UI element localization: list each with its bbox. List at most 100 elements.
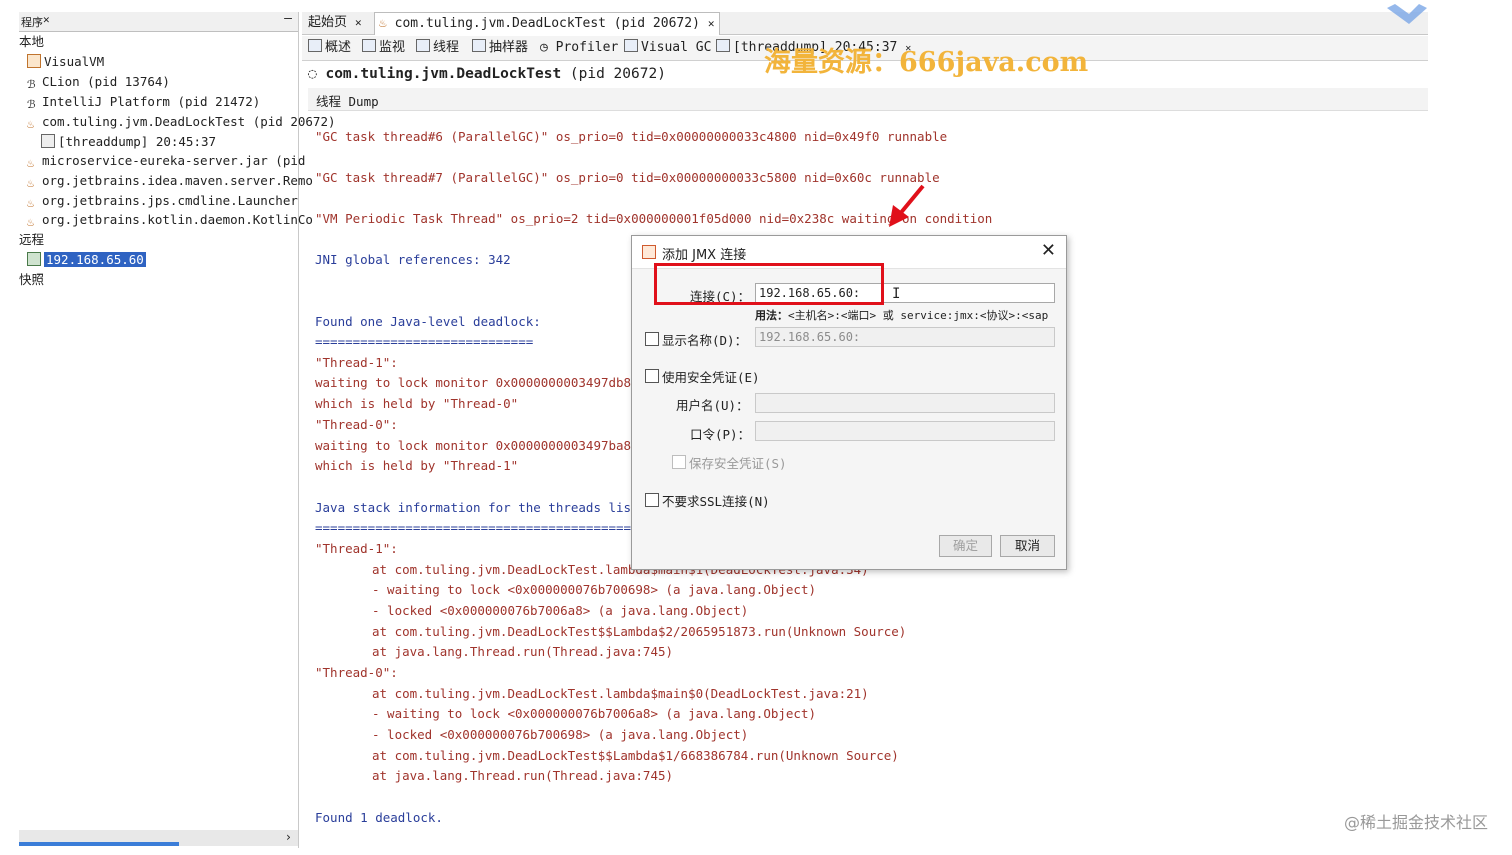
loading-icon: ◌ bbox=[308, 66, 317, 82]
red-highlight-box bbox=[654, 263, 884, 305]
java-icon: ♨ bbox=[27, 175, 35, 190]
tab-monitor[interactable]: 监视 bbox=[362, 38, 405, 58]
corner-logo-icon bbox=[1387, 4, 1427, 24]
tree-node-remote-host[interactable]: 192.168.65.60 bbox=[27, 250, 146, 269]
tab-profiler[interactable]: ◷ Profiler bbox=[540, 38, 618, 58]
cancel-button[interactable]: 取消 bbox=[1000, 535, 1055, 557]
close-icon[interactable]: ✕ bbox=[43, 13, 50, 26]
chevron-right-icon[interactable]: › bbox=[285, 830, 292, 844]
jetbrains-icon: ℬ bbox=[27, 78, 36, 91]
dump-line: ============================= bbox=[315, 334, 534, 349]
java-icon: ♨ bbox=[27, 155, 35, 170]
dump-line: which is held by "Thread-0" bbox=[315, 396, 519, 411]
sampler-icon bbox=[472, 39, 486, 52]
dump-line: - waiting to lock <0x000000076b700698> (… bbox=[372, 582, 817, 597]
usage-hint: 用法：<主机名>:<端口> 或 service:jmx:<协议>:<sap bbox=[755, 309, 1049, 322]
no-ssl-checkbox[interactable] bbox=[645, 493, 659, 507]
tree-node-intellij[interactable]: ℬ IntelliJ Platform (pid 21472) bbox=[27, 92, 260, 111]
java-icon: ♨ bbox=[27, 116, 35, 131]
dialog-title: 添加 JMX 连接 bbox=[662, 248, 747, 263]
dump-line: - locked <0x000000076b7006a8> (a java.la… bbox=[372, 603, 749, 618]
password-label: 口令(P)： bbox=[690, 427, 751, 442]
visualvm-icon bbox=[642, 245, 656, 259]
applications-panel: 程序 ✕ – 本地 VisualVM ℬ CLion (pid 13764) ℬI… bbox=[19, 11, 336, 848]
applications-panel-header: 程序 ✕ – bbox=[19, 11, 298, 32]
dump-line: - waiting to lock <0x000000076b7006a8> (… bbox=[372, 706, 817, 721]
dump-line: "GC task thread#7 (ParallelGC)" os_prio=… bbox=[315, 170, 940, 185]
tree-node-kotlin-daemon[interactable]: ♨ org.jetbrains.kotlin.daemon.KotlinCo bbox=[27, 210, 313, 229]
tab-threads[interactable]: 线程 bbox=[416, 38, 459, 58]
clock-icon: ◷ bbox=[540, 40, 548, 55]
tree-node-clion[interactable]: ℬ CLion (pid 13764) bbox=[27, 72, 170, 91]
username-label: 用户名(U)： bbox=[676, 398, 749, 413]
dump-line: - locked <0x000000076b700698> (a java.la… bbox=[372, 727, 749, 742]
tab-visual-gc[interactable]: Visual GC bbox=[624, 38, 711, 58]
display-name-label: 显示名称(D)： bbox=[662, 333, 748, 348]
tree-node-eureka[interactable]: ♨ microservice-eureka-server.jar (pid bbox=[27, 151, 305, 170]
dump-line: at com.tuling.jvm.DeadLockTest.lambda$ma… bbox=[372, 686, 869, 701]
password-input[interactable] bbox=[755, 421, 1055, 441]
tab-overview[interactable]: 概述 bbox=[308, 38, 351, 58]
display-name-input[interactable]: 192.168.65.60: bbox=[755, 327, 1055, 347]
close-icon[interactable]: ✕ bbox=[1041, 240, 1056, 261]
tab-deadlocktest[interactable]: ♨ com.tuling.jvm.DeadLockTest (pid 20672… bbox=[374, 12, 720, 35]
dump-line: "GC task thread#6 (ParallelGC)" os_prio=… bbox=[315, 129, 948, 144]
panel-title: 程序 bbox=[21, 16, 43, 29]
java-icon: ♨ bbox=[27, 214, 35, 229]
display-name-checkbox[interactable] bbox=[645, 332, 659, 346]
save-security-label: 保存安全凭证(S) bbox=[689, 456, 787, 471]
close-icon[interactable]: ✕ bbox=[355, 16, 362, 29]
app-icon bbox=[27, 54, 41, 68]
dump-line: at com.tuling.jvm.DeadLockTest$$Lambda$2… bbox=[372, 624, 907, 639]
dump-line: at java.lang.Thread.run(Thread.java:745) bbox=[372, 768, 674, 783]
tree-node-local[interactable]: 本地 bbox=[19, 32, 44, 51]
tree-node-threaddump[interactable]: [threaddump] 20:45:37 bbox=[41, 132, 216, 151]
dump-line: Java stack information for the threads l… bbox=[315, 500, 654, 515]
dump-line: at java.lang.Thread.run(Thread.java:745) bbox=[372, 644, 674, 659]
page-title: ◌ com.tuling.jvm.DeadLockTest (pid 20672… bbox=[308, 66, 666, 82]
scrollbar-thumb[interactable] bbox=[19, 842, 179, 846]
dump-line: Found 1 deadlock. bbox=[315, 810, 443, 825]
red-arrow-annotation-icon bbox=[889, 184, 925, 227]
use-security-checkbox[interactable] bbox=[645, 369, 659, 383]
dump-line: at com.tuling.jvm.DeadLockTest$$Lambda$1… bbox=[372, 748, 899, 763]
dump-line: "Thread-0": bbox=[315, 665, 398, 680]
dump-line: Found one Java-level deadlock: bbox=[315, 314, 541, 329]
tree-node-remote[interactable]: 远程 bbox=[19, 230, 44, 249]
horizontal-scrollbar[interactable]: › bbox=[19, 830, 298, 846]
dump-line: which is held by "Thread-1" bbox=[315, 458, 519, 473]
tree-node-snapshots[interactable]: 快照 bbox=[19, 270, 44, 289]
dump-line: JNI global references: 342 bbox=[315, 252, 511, 267]
dump-line: waiting to lock monitor 0x0000000003497d… bbox=[315, 375, 632, 390]
document-tabbar: 起始页 ✕ ♨ com.tuling.jvm.DeadLockTest (pid … bbox=[302, 12, 1428, 35]
threaddump-icon bbox=[716, 39, 730, 52]
use-security-label: 使用安全凭证(E) bbox=[662, 370, 760, 385]
tree-node-maven-server[interactable]: ♨ org.jetbrains.idea.maven.server.Remo bbox=[27, 171, 313, 190]
dump-line: "Thread-1": bbox=[315, 541, 398, 556]
host-icon bbox=[27, 252, 41, 266]
threads-icon bbox=[416, 39, 430, 52]
monitor-icon bbox=[362, 39, 376, 52]
no-ssl-label: 不要求SSL连接(N) bbox=[662, 494, 770, 509]
tree-node-jps-launcher[interactable]: ♨ org.jetbrains.jps.cmdline.Launcher bbox=[27, 191, 298, 210]
tree-node-visualvm[interactable]: VisualVM bbox=[27, 52, 104, 71]
text-cursor-icon: I bbox=[892, 286, 901, 302]
dump-line: "Thread-0": bbox=[315, 417, 398, 432]
thread-dump-header: 线程 Dump bbox=[308, 88, 1428, 111]
watermark: 海量资源：666java.com bbox=[764, 47, 1089, 78]
ok-button[interactable]: 确定 bbox=[939, 535, 992, 557]
close-icon[interactable]: ✕ bbox=[708, 17, 715, 30]
tab-start-page[interactable]: 起始页 ✕ bbox=[304, 12, 366, 34]
tab-sampler[interactable]: 抽样器 bbox=[472, 38, 528, 58]
username-input[interactable] bbox=[755, 393, 1055, 413]
visual-gc-icon bbox=[624, 39, 638, 52]
dump-line: "Thread-1": bbox=[315, 355, 398, 370]
juejin-watermark: @稀土掘金技术社区 bbox=[1343, 813, 1488, 832]
java-icon: ♨ bbox=[27, 195, 35, 210]
threaddump-icon bbox=[41, 134, 55, 148]
minimize-icon[interactable]: – bbox=[284, 11, 292, 26]
dump-line: waiting to lock monitor 0x0000000003497b… bbox=[315, 438, 632, 453]
save-security-checkbox[interactable] bbox=[672, 455, 686, 469]
java-icon: ♨ bbox=[379, 16, 387, 31]
tree-node-deadlocktest[interactable]: ♨ com.tuling.jvm.DeadLockTest (pid 20672) bbox=[27, 112, 336, 131]
